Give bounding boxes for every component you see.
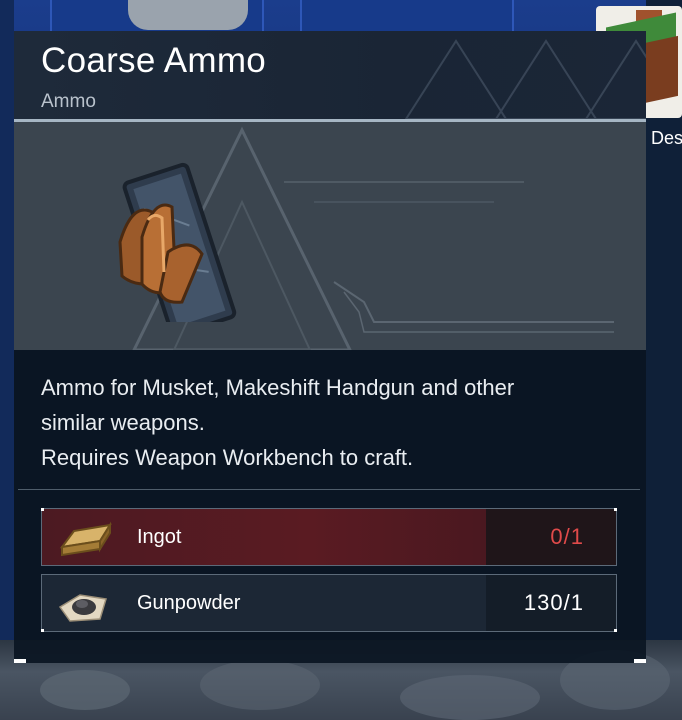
chair-thumbnail <box>128 0 248 30</box>
left-edge <box>0 0 14 640</box>
count-separator: / <box>563 590 571 615</box>
ammo-icon <box>118 162 237 322</box>
count-separator: / <box>563 524 571 549</box>
panel-corner <box>634 659 646 663</box>
corner-marker <box>41 629 44 632</box>
corner-marker <box>614 629 617 632</box>
header-decoration <box>404 39 646 119</box>
material-have: 0 <box>550 524 564 549</box>
section-divider <box>18 489 640 490</box>
tooltip-header: Coarse Ammo Ammo <box>14 31 646 119</box>
item-image-area <box>14 122 646 350</box>
desk-label: Des <box>651 128 682 148</box>
material-need: 1 <box>570 524 584 549</box>
material-row-ingot: Ingot 0/1 <box>41 508 617 566</box>
material-need: 1 <box>570 590 584 615</box>
description-line: Requires Weapon Workbench to craft. <box>41 445 414 470</box>
item-tooltip: Coarse Ammo Ammo Ammo for Musket, Makesh… <box>14 31 646 663</box>
gunpowder-icon <box>58 594 107 622</box>
material-count: 130/1 <box>524 590 584 616</box>
description-line: Ammo for Musket, Makeshift Handgun and o… <box>41 375 515 400</box>
material-row-gunpowder: Gunpowder 130/1 <box>41 574 617 632</box>
material-count: 0/1 <box>550 524 584 550</box>
material-name: Ingot <box>137 526 182 548</box>
item-title: Coarse Ammo <box>41 41 267 80</box>
item-description: Ammo for Musket, Makeshift Handgun and o… <box>41 370 631 475</box>
ingot-icon <box>59 521 112 557</box>
material-have: 130 <box>523 590 564 615</box>
panel-corner <box>14 659 26 663</box>
description-line: similar weapons. <box>41 410 205 435</box>
item-category: Ammo <box>41 91 96 112</box>
material-name: Gunpowder <box>137 592 241 614</box>
corner-marker <box>41 508 44 511</box>
corner-marker <box>614 508 617 511</box>
